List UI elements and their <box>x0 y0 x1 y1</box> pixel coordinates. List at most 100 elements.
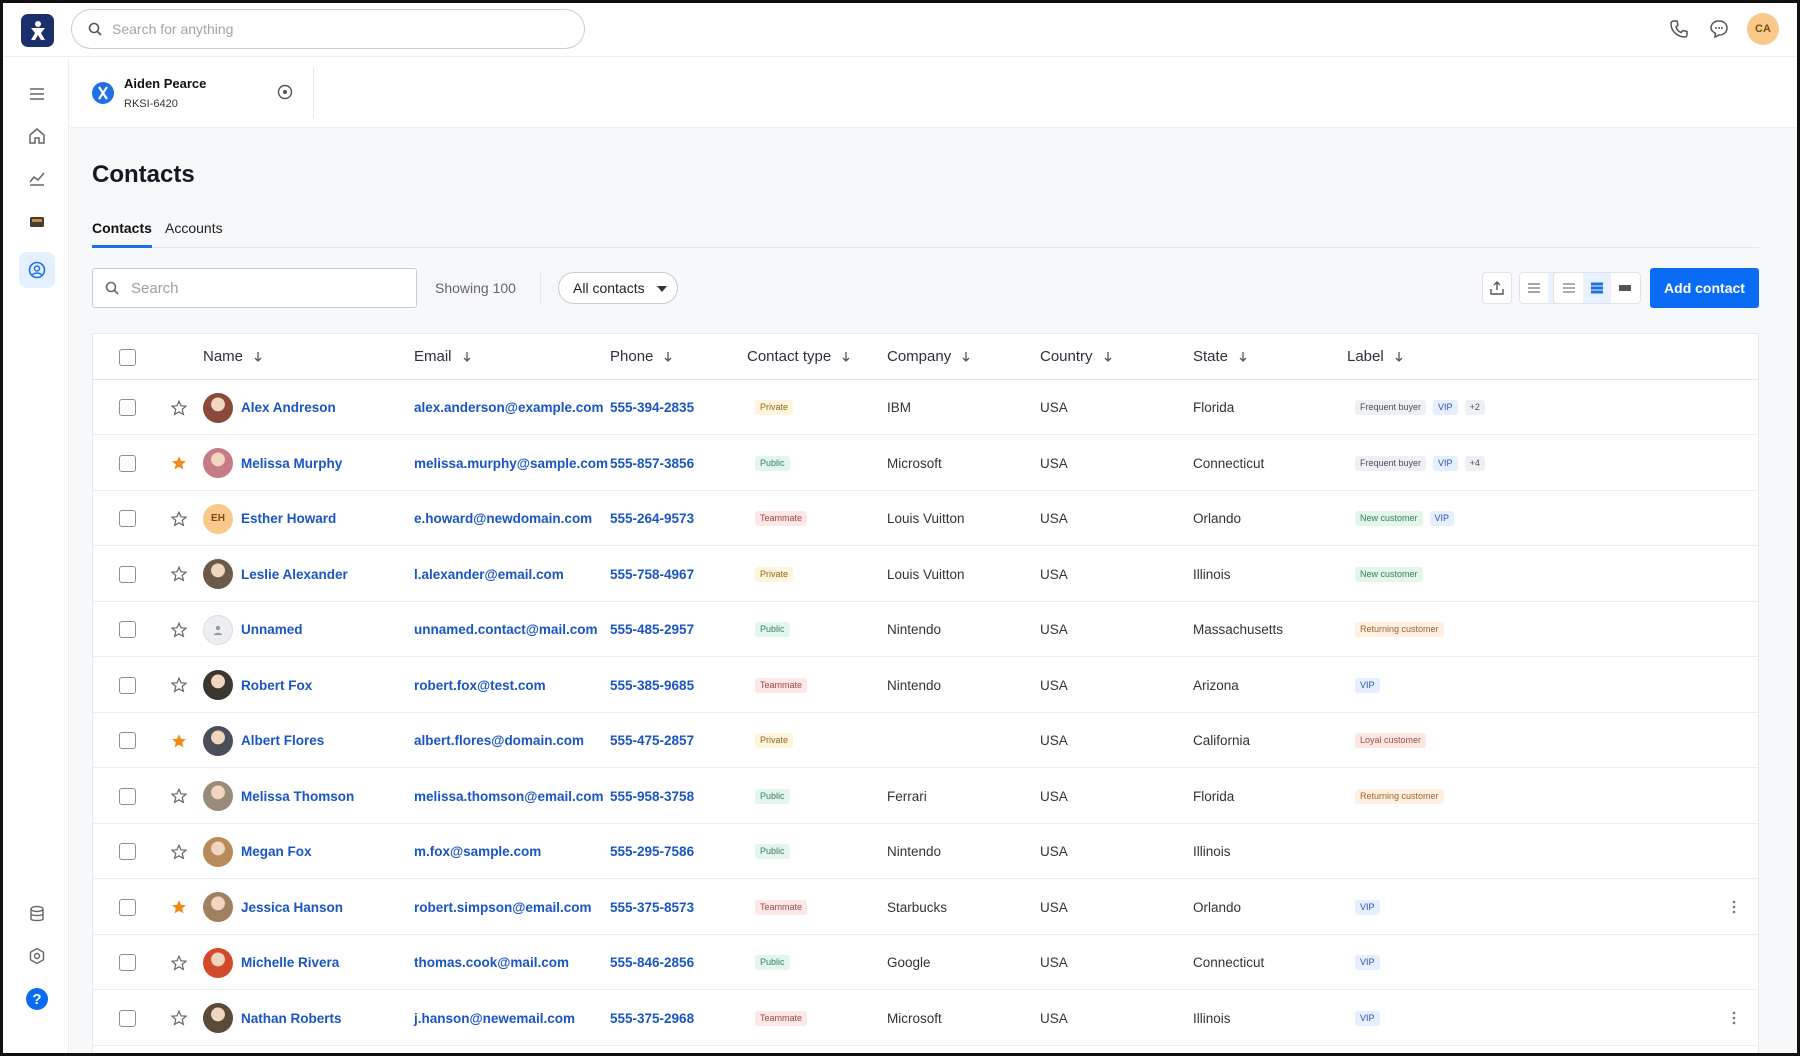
database-icon[interactable] <box>19 896 55 932</box>
list-view-icon[interactable] <box>1520 273 1548 303</box>
contact-name-link[interactable]: Unnamed <box>241 622 303 637</box>
contacts-filter-dropdown[interactable]: All contacts <box>558 272 678 304</box>
contact-name-link[interactable]: Albert Flores <box>241 733 324 748</box>
star-outline-icon[interactable] <box>171 843 187 860</box>
contact-phone-link[interactable]: 555-958-3758 <box>610 789 694 804</box>
density-compact-icon[interactable] <box>1555 273 1583 303</box>
contact-email-link[interactable]: m.fox@sample.com <box>414 844 541 859</box>
contact-email-link[interactable]: robert.simpson@email.com <box>414 900 591 915</box>
column-country[interactable]: Country <box>1040 348 1113 365</box>
contact-email-link[interactable]: thomas.cook@mail.com <box>414 955 569 970</box>
table-row[interactable]: Unnamed unnamed.contact@mail.com 555-485-2… <box>93 602 1758 657</box>
contact-phone-link[interactable]: 555-394-2835 <box>610 400 694 415</box>
density-default-icon[interactable] <box>1583 273 1611 303</box>
star-outline-icon[interactable] <box>171 566 187 582</box>
contact-name-link[interactable]: Esther Howard <box>241 511 336 526</box>
analytics-icon[interactable] <box>19 160 55 196</box>
table-row[interactable]: Michelle Rivera thomas.cook@mail.com 555-8… <box>93 935 1758 990</box>
record-name[interactable]: Aiden Pearce <box>124 76 206 91</box>
contact-email-link[interactable]: robert.fox@test.com <box>414 678 546 693</box>
contact-email-link[interactable]: melissa.thomson@email.com <box>414 789 603 804</box>
contact-name-link[interactable]: Melissa Murphy <box>241 456 342 471</box>
column-phone[interactable]: Phone <box>610 348 673 365</box>
contact-name-link[interactable]: Michelle Rivera <box>241 955 339 970</box>
settings-icon[interactable] <box>19 938 55 974</box>
row-checkbox[interactable] <box>119 399 136 416</box>
contact-email-link[interactable]: j.hanson@newemail.com <box>414 1011 575 1026</box>
contacts-search[interactable] <box>92 268 417 308</box>
select-all-checkbox[interactable] <box>119 348 136 366</box>
contact-email-link[interactable]: e.howard@newdomain.com <box>414 511 592 526</box>
tab-accounts[interactable]: Accounts <box>165 218 223 248</box>
contact-name-link[interactable]: Leslie Alexander <box>241 567 348 582</box>
contact-phone-link[interactable]: 555-375-2968 <box>610 1011 694 1026</box>
star-filled-icon[interactable] <box>171 733 187 749</box>
app-logo[interactable] <box>21 14 54 47</box>
more-options-icon[interactable] <box>1732 899 1736 915</box>
contact-name-link[interactable]: Alex Andreson <box>241 400 336 415</box>
star-outline-icon[interactable] <box>171 677 187 693</box>
contacts-icon[interactable] <box>19 252 55 288</box>
contact-email-link[interactable]: unnamed.contact@mail.com <box>414 622 597 637</box>
contact-email-link[interactable]: albert.flores@domain.com <box>414 733 584 748</box>
column-company[interactable]: Company <box>887 348 971 365</box>
contact-email-link[interactable]: alex.anderson@example.com <box>414 400 604 415</box>
contact-email-link[interactable]: l.alexander@email.com <box>414 567 564 582</box>
column-name[interactable]: Name <box>203 348 263 365</box>
table-row[interactable]: Jessica Hanson robert.simpson@email.com 55… <box>93 880 1758 935</box>
contact-name-link[interactable]: Jessica Hanson <box>241 900 343 915</box>
contact-phone-link[interactable]: 555-264-9573 <box>610 511 694 526</box>
star-outline-icon[interactable] <box>171 399 187 416</box>
tab-contacts[interactable]: Contacts <box>92 218 152 248</box>
contact-phone-link[interactable]: 555-485-2957 <box>610 622 694 637</box>
column-state[interactable]: State <box>1193 348 1248 365</box>
add-contact-button[interactable]: Add contact <box>1650 268 1759 308</box>
row-checkbox[interactable] <box>119 676 136 694</box>
contact-phone-link[interactable]: 555-475-2857 <box>610 733 694 748</box>
inbox-icon[interactable] <box>19 204 55 240</box>
table-row[interactable]: Albert Flores albert.flores@domain.com 555… <box>93 713 1758 768</box>
contact-phone-link[interactable]: 555-385-9685 <box>610 678 694 693</box>
contact-email-link[interactable]: melissa.murphy@sample.com <box>414 456 608 471</box>
row-checkbox[interactable] <box>119 787 136 805</box>
table-row[interactable]: Melissa Murphy melissa.murphy@sample.com 5… <box>93 436 1758 491</box>
row-checkbox[interactable] <box>119 843 136 860</box>
table-row[interactable]: Melissa Thomson melissa.thomson@email.com… <box>93 769 1758 824</box>
contact-phone-link[interactable]: 555-857-3856 <box>610 456 694 471</box>
column-email[interactable]: Email <box>414 348 472 365</box>
row-checkbox[interactable] <box>119 954 136 971</box>
chat-icon[interactable] <box>1707 17 1731 41</box>
row-checkbox[interactable] <box>119 732 136 749</box>
phone-icon[interactable] <box>1667 17 1691 41</box>
row-checkbox[interactable] <box>119 1009 136 1027</box>
row-checkbox[interactable] <box>119 454 136 472</box>
export-button[interactable] <box>1482 272 1512 304</box>
help-icon[interactable]: ? <box>19 981 55 1017</box>
contact-name-link[interactable]: Nathan Roberts <box>241 1011 342 1026</box>
contact-name-link[interactable]: Melissa Thomson <box>241 789 354 804</box>
column-label[interactable]: Label <box>1347 348 1404 365</box>
row-checkbox[interactable] <box>119 565 136 583</box>
global-search-input[interactable] <box>112 21 532 37</box>
star-outline-icon[interactable] <box>171 621 187 638</box>
contact-phone-link[interactable]: 555-375-8573 <box>610 900 694 915</box>
density-comfortable-icon[interactable] <box>1611 273 1639 303</box>
contact-name-link[interactable]: Megan Fox <box>241 844 312 859</box>
user-avatar[interactable]: CA <box>1747 13 1779 45</box>
menu-icon[interactable] <box>19 76 55 112</box>
row-checkbox[interactable] <box>119 621 136 638</box>
global-search[interactable] <box>71 9 585 49</box>
contact-phone-link[interactable]: 555-295-7586 <box>610 844 694 859</box>
star-outline-icon[interactable] <box>171 510 187 527</box>
contact-phone-link[interactable]: 555-758-4967 <box>610 567 694 582</box>
star-filled-icon[interactable] <box>171 899 187 915</box>
table-row[interactable]: Alex Andreson alex.anderson@example.com 55… <box>93 380 1758 435</box>
home-icon[interactable] <box>19 118 55 154</box>
record-settings-icon[interactable] <box>275 82 295 102</box>
star-outline-icon[interactable] <box>171 788 187 804</box>
row-checkbox[interactable] <box>119 510 136 527</box>
star-outline-icon[interactable] <box>171 954 187 971</box>
star-filled-icon[interactable] <box>171 455 187 471</box>
table-row[interactable]: Megan Fox m.fox@sample.com 555-295-7586 Pub… <box>93 824 1758 879</box>
table-row[interactable]: Nathan Roberts j.hanson@newemail.com 555-3… <box>93 991 1758 1046</box>
